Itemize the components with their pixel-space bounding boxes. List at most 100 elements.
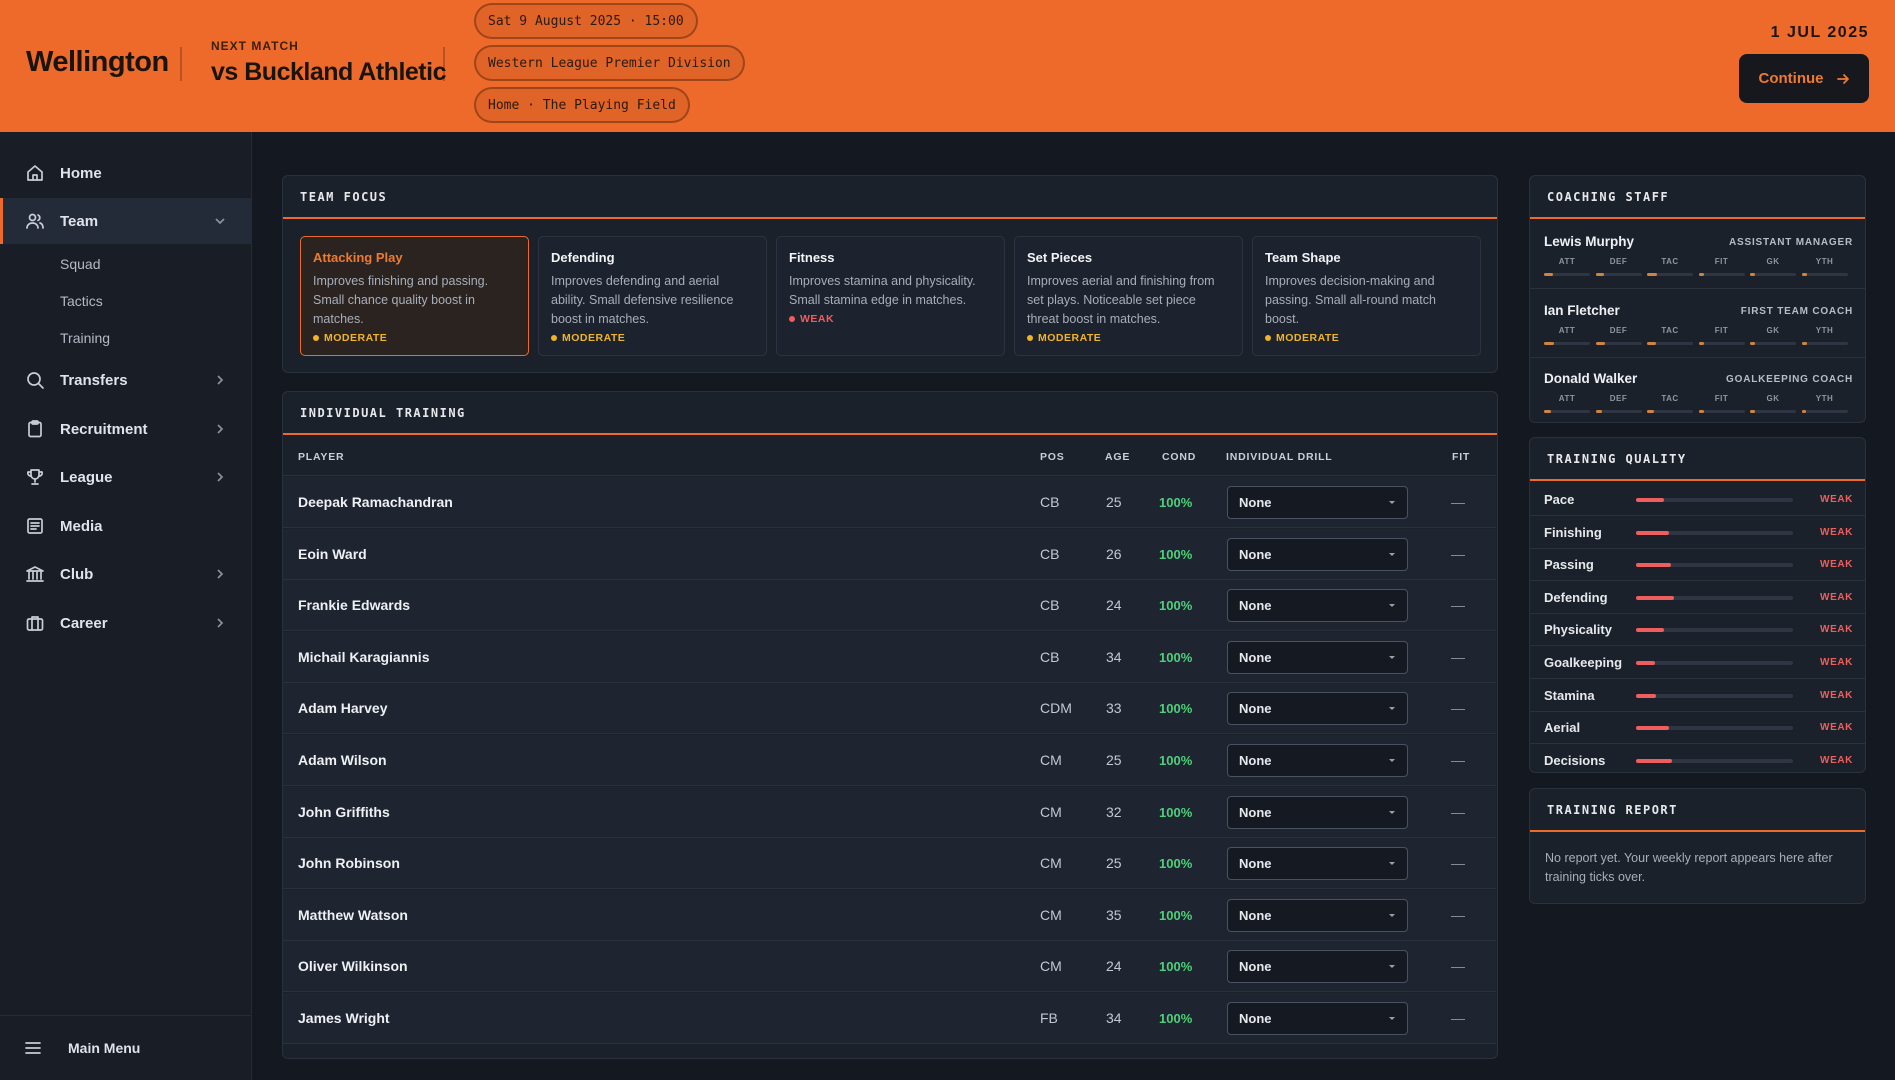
quality-bar: [1636, 726, 1793, 731]
focus-card-title: Attacking Play: [313, 250, 403, 265]
table-row[interactable]: Adam Wilson CM 25 100% — None: [283, 735, 1496, 786]
staff-attr-fill: [1647, 410, 1654, 413]
training-quality-row: Defending WEAK: [1530, 581, 1865, 614]
sidebar-item-club[interactable]: Club: [0, 551, 251, 597]
staff-attr-bar: [1750, 410, 1796, 413]
focus-strength-label: MODERATE: [1038, 332, 1102, 344]
staff-attr-label: ATT: [1558, 325, 1576, 335]
player-fit: —: [1451, 545, 1465, 562]
sidebar-item-label: Transfers: [60, 371, 128, 389]
sidebar-item-league[interactable]: League: [0, 454, 251, 500]
table-row[interactable]: Eoin Ward CB 26 100% — None: [283, 528, 1496, 580]
focus-strength: MODERATE: [1027, 332, 1230, 344]
caret-down-icon: [1389, 759, 1395, 762]
panel-title: TEAM FOCUS: [283, 176, 1497, 219]
continue-label: Continue: [1758, 70, 1824, 87]
table-row[interactable]: Frankie Edwards CB 24 100% — None: [283, 580, 1496, 632]
sidebar-item-home[interactable]: Home: [0, 150, 251, 196]
menu-icon: [22, 1037, 44, 1059]
col-cond[interactable]: COND: [1162, 451, 1196, 463]
table-row[interactable]: Oliver Wilkinson CM 24 100% — None: [283, 941, 1496, 993]
col-fit: FIT: [1452, 451, 1471, 463]
staff-attr-fill: [1698, 341, 1705, 345]
player-fit: —: [1451, 958, 1465, 975]
drill-select[interactable]: None: [1227, 692, 1408, 726]
sidebar-item-recruitment[interactable]: Recruitment: [0, 406, 251, 452]
training-report-text: No report yet. Your weekly report appear…: [1545, 851, 1833, 884]
focus-card[interactable]: Fitness Improves stamina and physicality.…: [776, 236, 1005, 356]
strength-dot-icon: [1027, 335, 1033, 341]
competition-pill: Western League Premier Division: [474, 45, 745, 81]
player-age: 34: [1106, 648, 1122, 665]
quality-name: Defending: [1544, 589, 1608, 605]
staff-row[interactable]: Donald Walker GOALKEEPING COACH ATT DEF TAC F…: [1530, 358, 1865, 422]
focus-strength-label: MODERATE: [324, 332, 388, 344]
table-row[interactable]: James Wright FB 34 100% — None: [283, 993, 1496, 1044]
quality-name: Pace: [1544, 492, 1575, 507]
focus-card[interactable]: Team Shape Improves decision-making and p…: [1252, 236, 1481, 356]
search-icon: [24, 369, 46, 391]
player-fit: —: [1451, 494, 1465, 510]
player-name: Frankie Edwards: [298, 597, 411, 614]
sidebar-subitem-tactics[interactable]: Tactics: [60, 293, 103, 309]
table-row[interactable]: Matthew Watson CM 35 100% — None: [283, 889, 1496, 941]
table-header: PLAYER POS AGE COND INDIVIDUAL DRILL FIT: [283, 437, 1496, 476]
drill-select[interactable]: None: [1227, 950, 1408, 984]
table-row[interactable]: John Griffiths CM 32 100% — None: [283, 786, 1496, 838]
staff-attr-label: DEF: [1609, 257, 1628, 266]
table-row[interactable]: Michail Karagiannis CB 34 100% — None: [283, 631, 1496, 683]
sidebar-subitem-squad[interactable]: Squad: [60, 256, 100, 272]
focus-card-title: Set Pieces: [1027, 250, 1093, 265]
quality-name: Passing: [1544, 557, 1594, 573]
col-pos[interactable]: POS: [1040, 451, 1065, 463]
sidebar-item-media[interactable]: Media: [0, 503, 251, 549]
staff-row[interactable]: Lewis Murphy ASSISTANT MANAGER ATT DEF TAC FI…: [1530, 221, 1865, 289]
drill-select[interactable]: None: [1227, 1002, 1408, 1035]
quality-name: Finishing: [1544, 524, 1602, 540]
staff-attr-bar: [1801, 273, 1848, 276]
drill-select[interactable]: None: [1227, 744, 1408, 777]
player-cond: 100%: [1159, 856, 1193, 872]
focus-card[interactable]: Set Pieces Improves aerial and finishing …: [1014, 236, 1243, 356]
sidebar-item-transfers[interactable]: Transfers: [0, 357, 251, 403]
focus-card[interactable]: Attacking Play Improves finishing and pas…: [300, 236, 529, 356]
col-player[interactable]: PLAYER: [298, 451, 344, 463]
continue-button[interactable]: Continue: [1739, 54, 1869, 103]
focus-card-desc: Improves stamina and physicality. Small …: [789, 274, 976, 307]
sidebar-subitem-training[interactable]: Training: [60, 330, 110, 346]
focus-card[interactable]: Defending Improves defending and aerial a…: [538, 236, 767, 356]
col-age[interactable]: AGE: [1105, 451, 1130, 463]
drill-value: None: [1239, 907, 1272, 923]
player-fit: —: [1451, 700, 1465, 717]
table-row[interactable]: Adam Harvey CDM 33 100% — None: [283, 683, 1496, 735]
staff-row[interactable]: Ian Fletcher FIRST TEAM COACH ATT DEF TAC FIT…: [1530, 290, 1865, 358]
table-row[interactable]: John Robinson CM 25 100% — None: [283, 838, 1496, 890]
drill-select[interactable]: None: [1227, 795, 1408, 829]
drill-select[interactable]: None: [1227, 537, 1408, 571]
quality-bar: [1636, 530, 1793, 535]
home-icon: [24, 162, 46, 184]
player-age: 24: [1106, 597, 1122, 614]
main-menu-button[interactable]: Main Menu: [0, 1015, 251, 1080]
staff-attr-label: YTH: [1815, 394, 1834, 403]
caret-down-icon: [1389, 1017, 1395, 1020]
drill-select[interactable]: None: [1227, 847, 1408, 881]
header-divider: [180, 47, 182, 81]
club-name: Wellington: [26, 46, 169, 78]
drill-select[interactable]: None: [1227, 589, 1408, 623]
staff-attr-fill: [1647, 273, 1658, 276]
coaching-staff-panel: COACHING STAFF Lewis Murphy ASSISTANT MAN…: [1529, 175, 1866, 423]
sidebar-item-label: League: [60, 468, 113, 486]
caret-down-icon: [1389, 810, 1395, 814]
sidebar-item-team[interactable]: Team: [0, 198, 251, 244]
quality-bar: [1636, 628, 1793, 633]
drill-select[interactable]: None: [1227, 640, 1408, 674]
drill-select[interactable]: None: [1227, 898, 1408, 932]
strength-dot-icon: [1265, 335, 1271, 341]
quality-name: Stamina: [1544, 687, 1595, 703]
venue-pill: Home · The Playing Field: [474, 87, 690, 123]
sidebar-item-career[interactable]: Career: [0, 600, 251, 646]
training-quality-row: Decisions WEAK: [1530, 744, 1865, 772]
table-row[interactable]: Deepak Ramachandran CB 25 100% — None: [283, 477, 1496, 528]
drill-select[interactable]: None: [1227, 486, 1408, 519]
